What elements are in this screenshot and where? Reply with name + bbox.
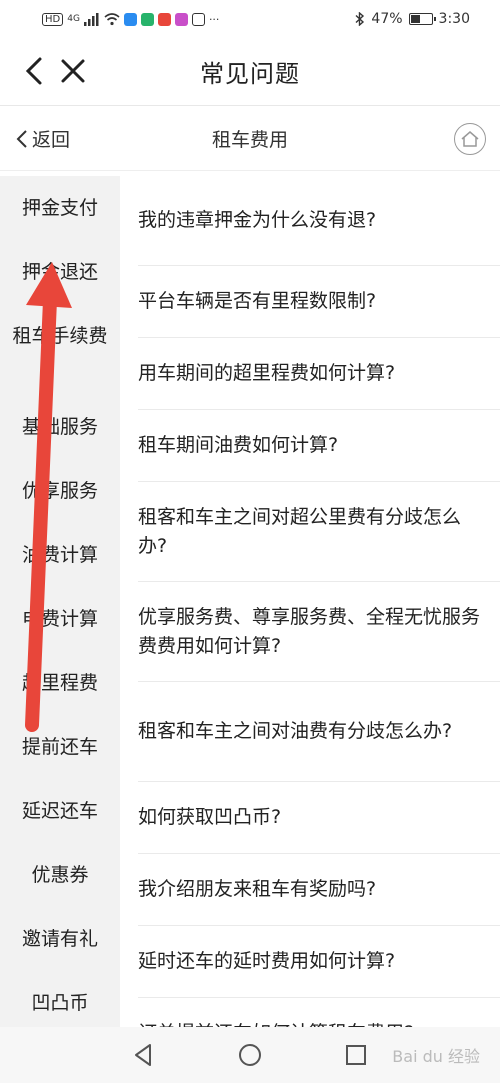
- return-label: 返回: [32, 129, 71, 151]
- more-notifications: ···: [208, 12, 220, 26]
- clock: 3:30: [438, 11, 470, 27]
- return-button[interactable]: 返回: [16, 125, 70, 152]
- list-item[interactable]: 我的违章押金为什么没有退?: [138, 176, 500, 266]
- battery-percent: 47%: [371, 11, 403, 27]
- list-item[interactable]: 平台车辆是否有里程数限制?: [138, 266, 500, 338]
- title-bar: 常见问题: [0, 38, 500, 106]
- home-button[interactable]: [454, 123, 486, 155]
- list-item[interactable]: 租客和车主之间对油费有分歧怎么办?: [138, 682, 500, 782]
- sidebar-item[interactable]: 提前还车: [0, 732, 120, 762]
- network-type: 4G: [67, 14, 80, 24]
- list-item[interactable]: 租车期间油费如何计算?: [138, 410, 500, 482]
- list-item[interactable]: 如何获取凹凸币?: [138, 782, 500, 854]
- category-header: 返回 租车费用: [0, 107, 500, 171]
- home-icon: [461, 131, 479, 147]
- list-item[interactable]: 订单提前还车如何计算租车费用?: [138, 998, 500, 1027]
- nav-home-icon[interactable]: [236, 1041, 264, 1069]
- heart-app-icon: [174, 12, 188, 26]
- hd-badge-icon: HD: [42, 12, 64, 26]
- sidebar-item[interactable]: 电费计算: [0, 604, 120, 634]
- question-list: 我的违章押金为什么没有退? 平台车辆是否有里程数限制? 用车期间的超里程费如何计…: [138, 176, 500, 1027]
- gesture-app-icon: [191, 12, 205, 26]
- signal-icon: [83, 12, 99, 26]
- battery-icon: [408, 13, 436, 25]
- category-title: 租车费用: [211, 129, 288, 151]
- sidebar-item[interactable]: 基础服务: [0, 412, 120, 442]
- sidebar-item[interactable]: 油费计算: [0, 540, 120, 570]
- sidebar-item[interactable]: 优享服务: [0, 476, 120, 506]
- sidebar-item[interactable]: 优惠券: [0, 860, 120, 890]
- sidebar-item[interactable]: 押金退还: [0, 257, 120, 287]
- list-item[interactable]: 延时还车的延时费用如何计算?: [138, 926, 500, 998]
- sidebar-item[interactable]: 超里程费: [0, 668, 120, 698]
- list-item[interactable]: 用车期间的超里程费如何计算?: [138, 338, 500, 410]
- wifi-icon: [104, 12, 120, 25]
- list-item[interactable]: 优享服务费、尊享服务费、全程无忧服务费费用如何计算?: [138, 582, 500, 682]
- sidebar-item[interactable]: 邀请有礼: [0, 924, 120, 954]
- list-item[interactable]: 我介绍朋友来租车有奖励吗?: [138, 854, 500, 926]
- nav-back-icon[interactable]: [130, 1041, 158, 1069]
- search-app-icon: [123, 12, 137, 26]
- system-nav-bar: Bai du 经验: [0, 1027, 500, 1083]
- close-icon[interactable]: [60, 58, 86, 84]
- watermark: Bai du 经验: [392, 1047, 480, 1066]
- status-bar: HD 4G ··· 47% 3:30: [0, 0, 500, 38]
- bluetooth-icon: [355, 12, 365, 26]
- sidebar-item[interactable]: 租车手续费: [0, 321, 120, 351]
- green-app-icon: [140, 12, 154, 26]
- nav-recents-icon[interactable]: [342, 1041, 370, 1069]
- sidebar-item[interactable]: 凹凸币: [0, 988, 120, 1018]
- sidebar-item[interactable]: 延迟还车: [0, 796, 120, 826]
- category-sidebar: 押金支付 押金退还 租车手续费 基础服务 优享服务 油费计算 电费计算 超里程费…: [0, 176, 120, 1027]
- back-arrow-icon[interactable]: [22, 56, 46, 86]
- red-app-icon: [157, 12, 171, 26]
- chevron-left-icon: [16, 129, 27, 148]
- sidebar-item[interactable]: 押金支付: [0, 193, 120, 223]
- list-item[interactable]: 租客和车主之间对超公里费有分歧怎么办?: [138, 482, 500, 582]
